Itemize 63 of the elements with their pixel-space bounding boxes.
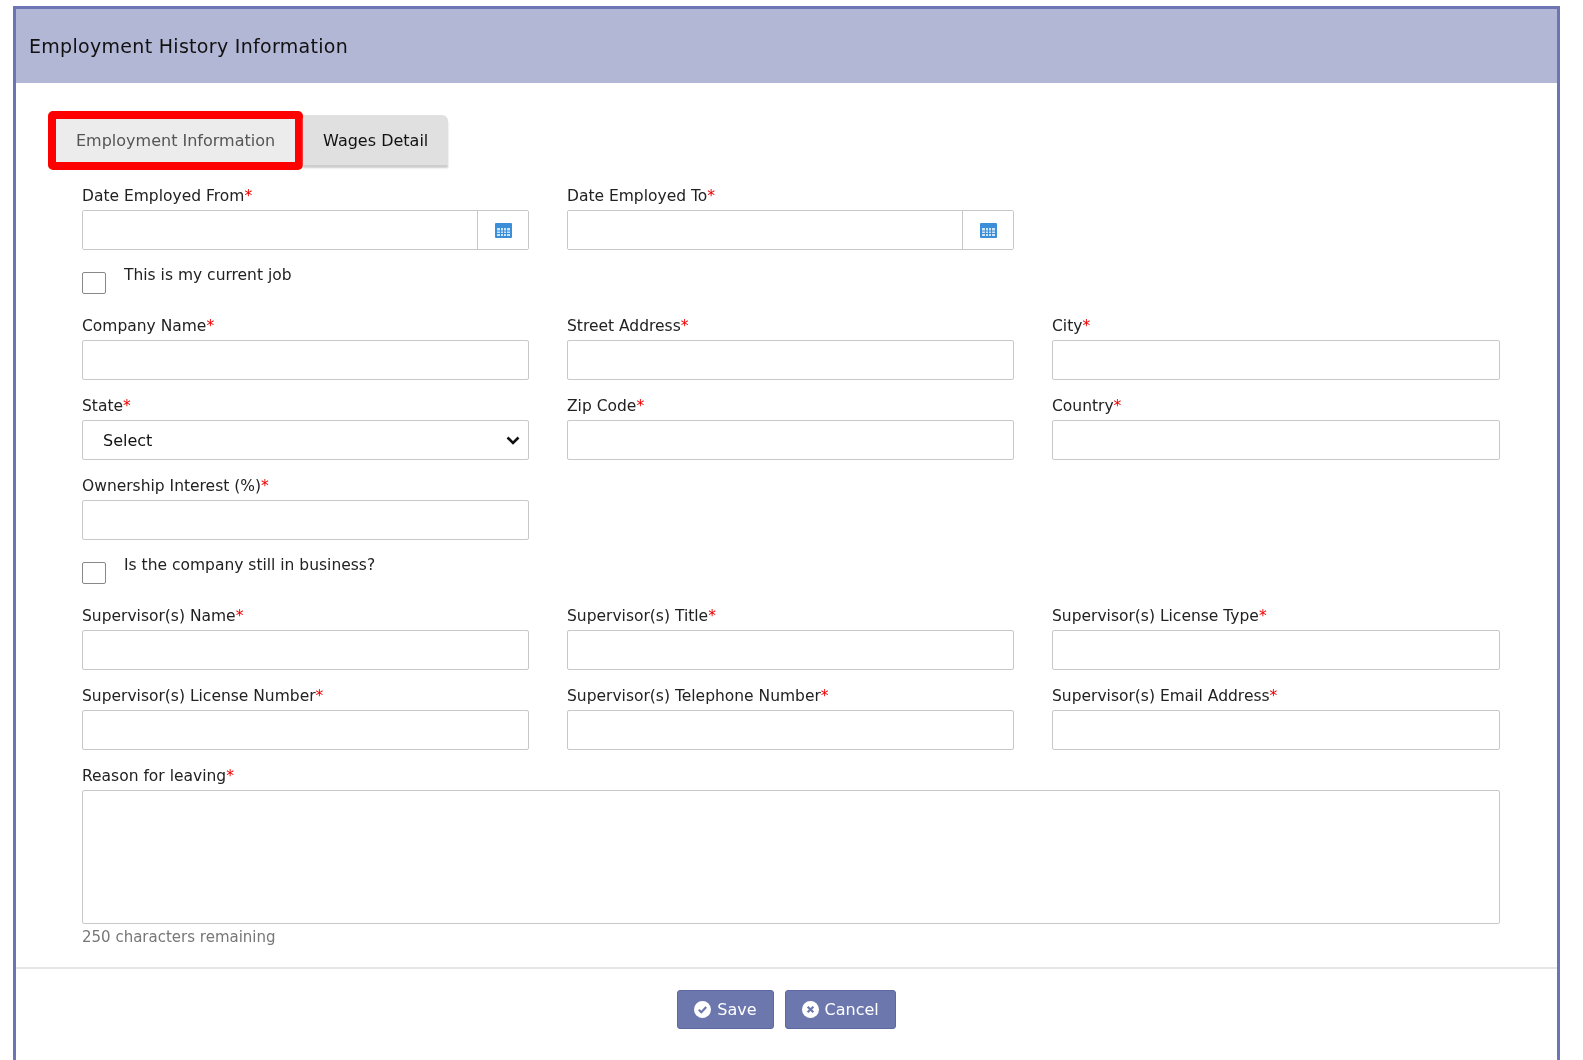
field-label: Street Address xyxy=(567,316,681,337)
required-mark: * xyxy=(123,396,131,417)
checkbox[interactable] xyxy=(82,272,106,294)
input-field[interactable] xyxy=(1052,340,1500,380)
input-field[interactable] xyxy=(1052,630,1500,670)
field-label: Reason for leaving xyxy=(82,766,227,787)
field-label: Supervisor(s) License Number xyxy=(82,686,316,707)
field-label: Date Employed To xyxy=(567,186,708,207)
field-label: Company Name xyxy=(82,316,207,337)
checkbox[interactable] xyxy=(82,562,106,584)
input-field[interactable] xyxy=(567,420,1014,460)
required-mark: * xyxy=(261,476,269,497)
field-label: Zip Code xyxy=(567,396,637,417)
required-mark: * xyxy=(315,686,324,707)
tab[interactable]: Wages Detail xyxy=(303,115,449,165)
field-label: Supervisor(s) License Type xyxy=(1052,606,1259,627)
character-counter: 250 characters remaining xyxy=(82,928,276,946)
chevron-down-icon xyxy=(506,435,520,445)
calendar-icon xyxy=(494,222,512,238)
input-field[interactable] xyxy=(567,710,1014,750)
panel-title: Employment History Information xyxy=(29,35,349,57)
required-mark: * xyxy=(1258,606,1267,627)
date-field[interactable] xyxy=(567,210,1014,250)
required-mark: * xyxy=(235,606,244,627)
check-circle-icon xyxy=(694,1001,712,1018)
tab[interactable]: Employment Information xyxy=(48,111,304,170)
field-label: Supervisor(s) Telephone Number xyxy=(567,686,821,707)
state-select[interactable]: Select xyxy=(82,420,529,460)
required-mark: * xyxy=(707,186,716,207)
input-field[interactable] xyxy=(567,630,1014,670)
input-field[interactable] xyxy=(567,340,1014,380)
x-circle-icon xyxy=(801,1001,819,1018)
required-mark: * xyxy=(206,316,215,337)
save-button[interactable]: Save xyxy=(677,990,774,1029)
required-mark: * xyxy=(820,686,829,707)
required-mark: * xyxy=(1113,396,1122,417)
required-mark: * xyxy=(636,396,645,417)
required-mark: * xyxy=(1082,316,1091,337)
field-label: Country xyxy=(1052,396,1114,417)
field-label: Date Employed From xyxy=(82,186,245,207)
field-label: Supervisor(s) Name xyxy=(82,606,236,627)
required-mark: * xyxy=(226,766,234,787)
field-label: Supervisor(s) Email Address xyxy=(1052,686,1270,707)
input-field[interactable] xyxy=(82,630,529,670)
date-field[interactable] xyxy=(82,210,529,250)
input-field[interactable] xyxy=(82,340,529,380)
checkbox-label: This is my current job xyxy=(124,266,292,284)
text-area[interactable] xyxy=(82,790,1500,924)
checkbox-label: Is the company still in business? xyxy=(124,556,376,574)
field-label: Ownership Interest (%) xyxy=(82,476,262,497)
input-field[interactable] xyxy=(82,500,529,540)
field-label: State xyxy=(82,396,124,417)
required-mark: * xyxy=(1269,686,1278,707)
calendar-icon xyxy=(979,222,997,238)
required-mark: * xyxy=(708,606,716,627)
input-field[interactable] xyxy=(1052,420,1500,460)
input-field[interactable] xyxy=(1052,710,1500,750)
required-mark: * xyxy=(244,186,253,207)
input-field[interactable] xyxy=(82,710,529,750)
cancel-button[interactable]: Cancel xyxy=(784,990,896,1029)
field-label: Supervisor(s) Title xyxy=(567,606,709,627)
field-label: City xyxy=(1052,316,1083,337)
required-mark: * xyxy=(680,316,689,337)
